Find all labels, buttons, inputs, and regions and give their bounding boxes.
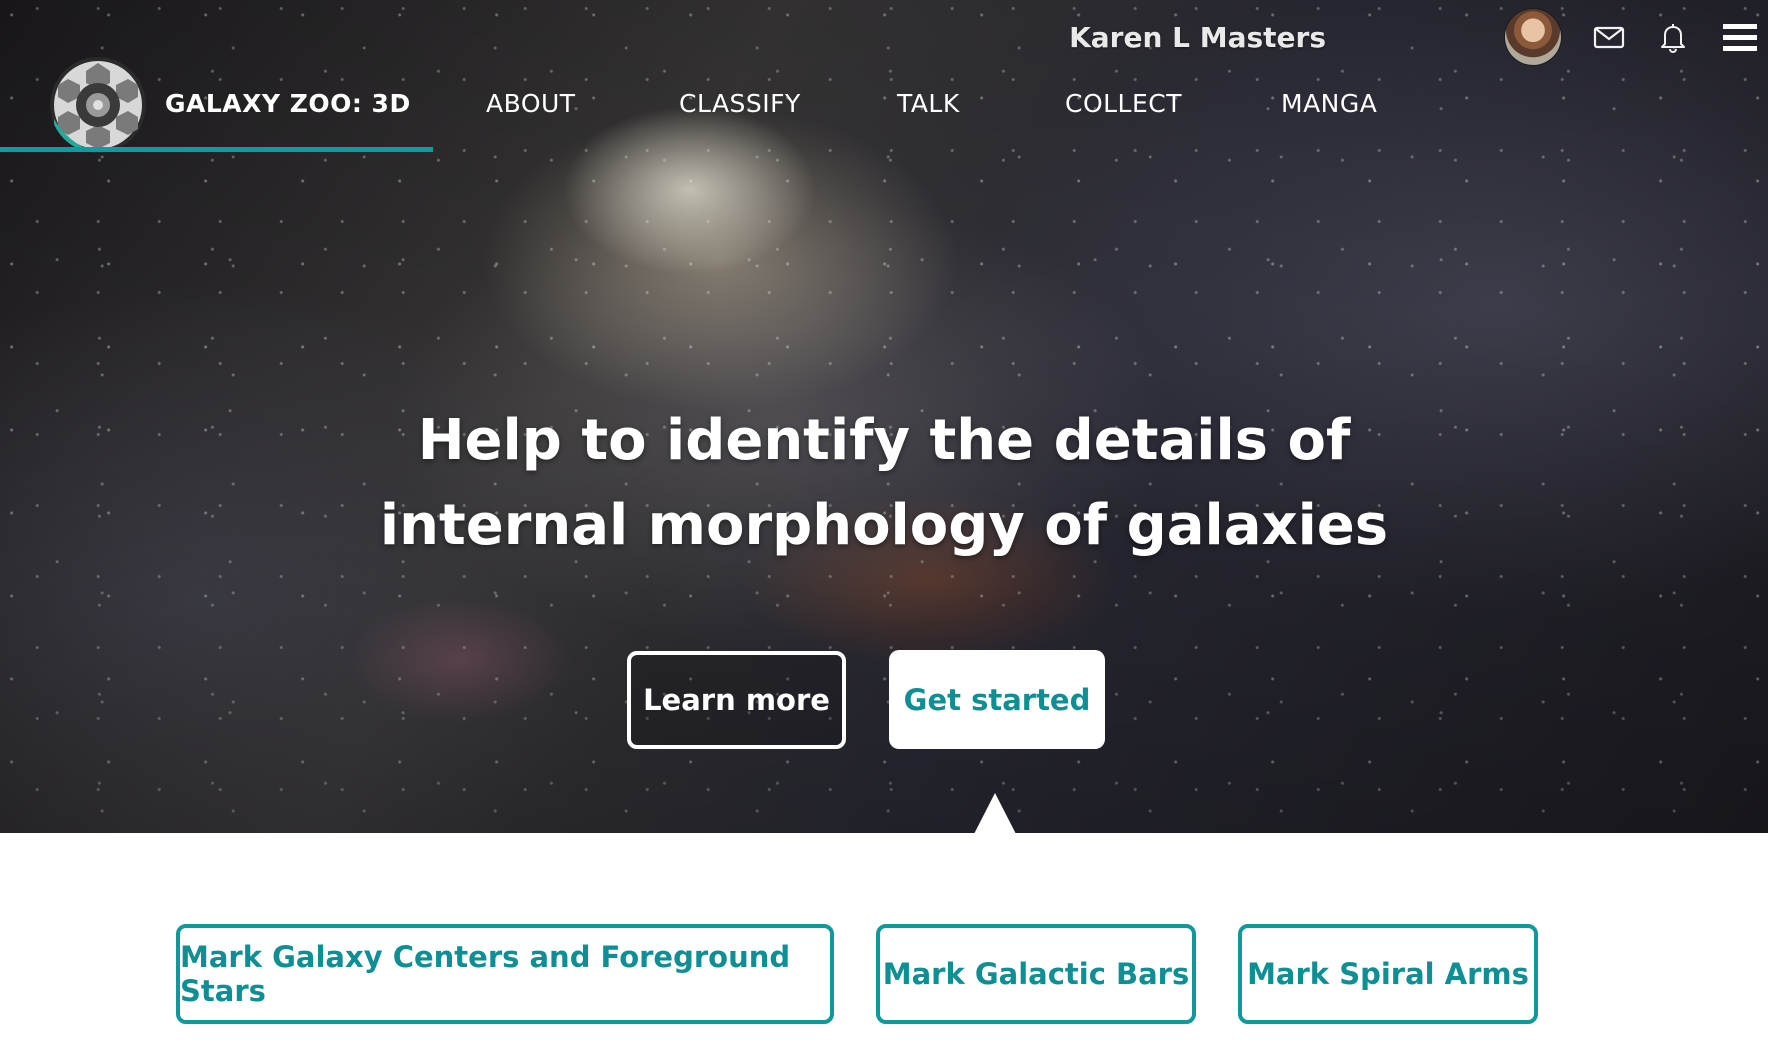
nav-manga[interactable]: MANGA	[1281, 86, 1377, 122]
galaxy-zoo-logo[interactable]	[50, 57, 146, 153]
hero-headline: Help to identify the details of internal…	[284, 398, 1484, 568]
task-mark-galaxy-centers-button[interactable]: Mark Galaxy Centers and Foreground Stars	[176, 924, 834, 1024]
get-started-button[interactable]: Get started	[889, 650, 1105, 749]
bell-icon[interactable]	[1656, 20, 1690, 54]
learn-more-button[interactable]: Learn more	[627, 651, 846, 749]
nav-about[interactable]: ABOUT	[486, 86, 576, 122]
task-mark-galactic-bars-button[interactable]: Mark Galactic Bars	[876, 924, 1196, 1024]
menu-icon[interactable]	[1722, 20, 1758, 56]
headline-line-1: Help to identify the details of	[417, 408, 1351, 473]
nav-talk[interactable]: TALK	[897, 86, 960, 122]
brand-title[interactable]: GALAXY ZOO: 3D	[165, 86, 411, 122]
mail-icon[interactable]	[1592, 20, 1626, 54]
avatar[interactable]	[1505, 9, 1561, 65]
active-nav-underline	[0, 147, 433, 152]
user-name[interactable]: Karen L Masters	[1069, 18, 1326, 58]
hero-notch	[974, 793, 1016, 833]
nav-collect[interactable]: COLLECT	[1065, 86, 1182, 122]
headline-line-2: internal morphology of galaxies	[379, 493, 1389, 558]
task-mark-spiral-arms-button[interactable]: Mark Spiral Arms	[1238, 924, 1538, 1024]
nav-classify[interactable]: CLASSIFY	[679, 86, 801, 122]
